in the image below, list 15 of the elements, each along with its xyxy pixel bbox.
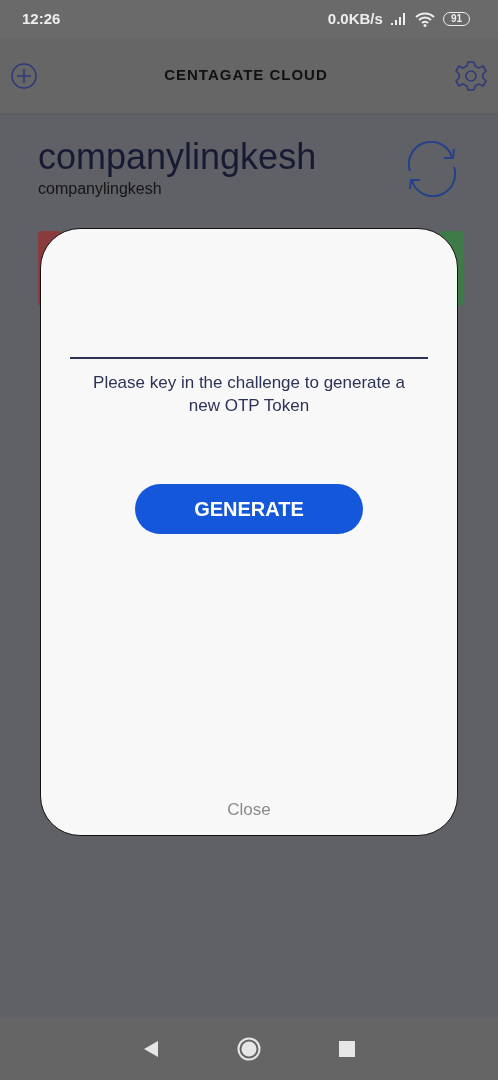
status-time: 12:26 <box>22 8 61 29</box>
network-speed: 0.0KB/s <box>327 8 383 29</box>
signal-icon <box>390 13 407 25</box>
wifi-icon <box>414 11 435 27</box>
account-title: companylingkesh <box>38 137 317 177</box>
app-logo: CENTAGATE CLOUD <box>164 65 328 86</box>
recents-icon[interactable] <box>339 1041 355 1057</box>
back-icon[interactable] <box>143 1040 159 1058</box>
close-button[interactable]: Close <box>221 795 277 823</box>
account-subtitle: companylingkesh <box>38 178 163 199</box>
add-icon[interactable] <box>10 61 38 90</box>
home-icon[interactable] <box>237 1037 261 1061</box>
settings-icon[interactable] <box>454 58 488 93</box>
generate-button[interactable]: GENERATE <box>135 484 363 534</box>
dialog-message: Please key in the challenge to generate a new OTP Token <box>92 372 406 417</box>
